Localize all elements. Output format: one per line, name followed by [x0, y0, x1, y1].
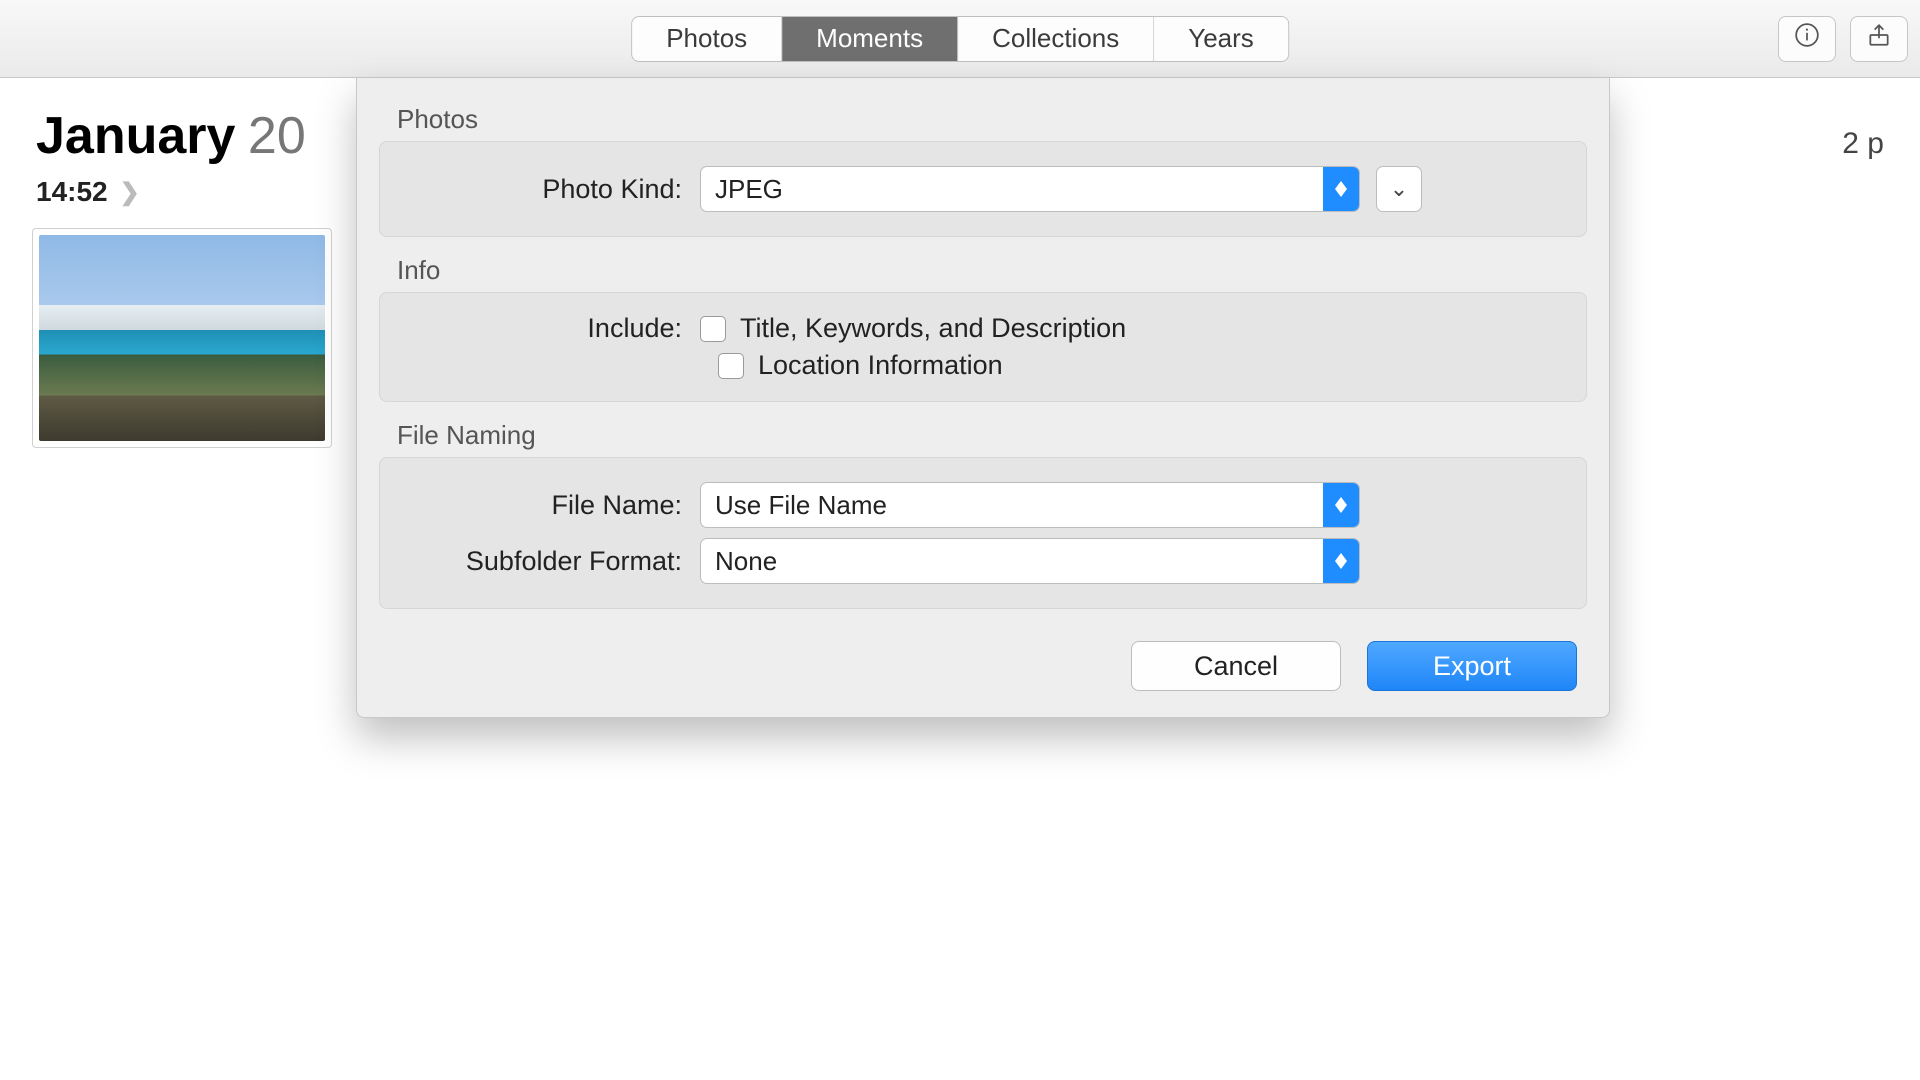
select-stepper-icon	[1323, 483, 1359, 527]
chevron-right-icon: ❯	[120, 178, 140, 207]
file-name-label: File Name:	[400, 490, 700, 521]
photo-kind-value: JPEG	[701, 174, 1323, 205]
tab-collections[interactable]: Collections	[958, 17, 1154, 61]
cancel-button[interactable]: Cancel	[1131, 641, 1341, 691]
include-title-keywords-label: Title, Keywords, and Description	[740, 313, 1126, 344]
subfolder-format-select[interactable]: None	[700, 538, 1360, 584]
export-button[interactable]: Export	[1367, 641, 1577, 691]
view-segmented-control: Photos Moments Collections Years	[631, 16, 1289, 62]
tab-moments[interactable]: Moments	[782, 17, 958, 61]
title-year: 20	[248, 107, 306, 165]
file-name-select[interactable]: Use File Name	[700, 482, 1360, 528]
tab-years[interactable]: Years	[1154, 17, 1288, 61]
include-location-label: Location Information	[758, 350, 1003, 381]
select-stepper-icon	[1323, 167, 1359, 211]
section-label-info: Info	[379, 247, 1587, 292]
include-label: Include:	[400, 313, 700, 344]
share-button[interactable]	[1850, 16, 1908, 62]
info-icon	[1794, 22, 1820, 55]
section-label-photos: Photos	[379, 96, 1587, 141]
share-icon	[1866, 22, 1892, 55]
photo-thumbnail-image	[39, 235, 325, 441]
subfolder-format-label: Subfolder Format:	[400, 546, 700, 577]
title-month: January	[36, 107, 235, 165]
file-name-value: Use File Name	[701, 490, 1323, 521]
select-stepper-icon	[1323, 539, 1359, 583]
photo-thumbnail[interactable]	[32, 228, 332, 448]
include-location-checkbox[interactable]	[718, 353, 744, 379]
photo-kind-disclosure-button[interactable]: ⌄	[1376, 166, 1422, 212]
section-label-file-naming: File Naming	[379, 412, 1587, 457]
photo-count: 2 p	[1842, 127, 1884, 161]
include-title-keywords-checkbox[interactable]	[700, 316, 726, 342]
tab-photos[interactable]: Photos	[632, 17, 782, 61]
page-title: January 20	[36, 106, 306, 166]
info-panel: Include: Title, Keywords, and Descriptio…	[379, 292, 1587, 402]
toolbar: Photos Moments Collections Years	[0, 0, 1920, 78]
chevron-down-icon: ⌄	[1390, 176, 1408, 202]
moment-time-label: 14:52	[36, 176, 108, 208]
photo-kind-select[interactable]: JPEG	[700, 166, 1360, 212]
export-dialog: Photos Photo Kind: JPEG ⌄ Info Include: …	[356, 78, 1610, 718]
photos-panel: Photo Kind: JPEG ⌄	[379, 141, 1587, 237]
file-naming-panel: File Name: Use File Name Subfolder Forma…	[379, 457, 1587, 609]
subfolder-format-value: None	[701, 546, 1323, 577]
toolbar-right-group	[1778, 16, 1908, 62]
info-button[interactable]	[1778, 16, 1836, 62]
photo-kind-label: Photo Kind:	[400, 174, 700, 205]
dialog-button-row: Cancel Export	[379, 619, 1587, 691]
